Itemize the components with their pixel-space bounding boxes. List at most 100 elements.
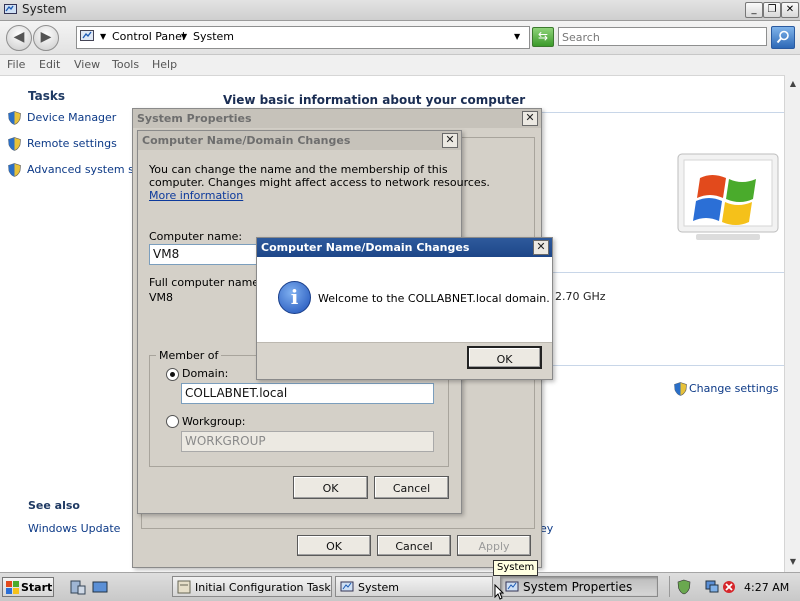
workgroup-field[interactable]: WORKGROUP: [181, 431, 434, 452]
computer-name-label: Computer name:: [149, 230, 243, 243]
restore-button[interactable]: ❐: [763, 2, 781, 18]
intro-text-2: computer. Changes might affect access to…: [149, 176, 490, 189]
full-computer-name-label: Full computer name:: [149, 276, 263, 289]
breadcrumb-control-panel[interactable]: Control Panel: [112, 30, 185, 43]
close-icon[interactable]: ✕: [533, 240, 549, 255]
task-label: Advanced system set: [27, 163, 145, 176]
divider: [540, 272, 784, 273]
task-device-manager[interactable]: Device Manager: [8, 111, 116, 129]
taskbar-button-label: System Properties: [523, 580, 633, 594]
divider: [540, 365, 784, 366]
search-icon: [776, 30, 789, 44]
shield-icon: [8, 137, 21, 151]
scroll-down-icon[interactable]: ▼: [787, 555, 799, 569]
address-box[interactable]: ▼ Control Panel ▼ System ▼: [76, 26, 530, 49]
forward-button[interactable]: ▶: [33, 25, 59, 51]
more-information-link[interactable]: More information: [149, 189, 243, 202]
message-text: Welcome to the COLLABNET.local domain.: [318, 292, 550, 305]
message-title: Computer Name/Domain Changes: [257, 238, 552, 257]
task-remote-settings[interactable]: Remote settings: [8, 137, 117, 155]
computer-name-field[interactable]: VM8: [149, 244, 267, 265]
ok-button[interactable]: OK: [297, 535, 371, 556]
cancel-button[interactable]: Cancel: [374, 476, 449, 499]
network-icon[interactable]: [704, 579, 720, 595]
page-title: View basic information about your comput…: [223, 93, 526, 107]
shield-icon: [8, 163, 21, 177]
breadcrumb-system[interactable]: System: [193, 30, 234, 43]
close-icon[interactable]: ✕: [522, 111, 538, 126]
menu-file[interactable]: File: [7, 58, 25, 71]
taskbar-button-label: Initial Configuration Tasks: [195, 581, 332, 594]
domain-label: Domain:: [182, 367, 229, 380]
taskbar: Start Initial Configuration Tasks System…: [0, 572, 800, 601]
close-button[interactable]: ✕: [781, 2, 799, 18]
taskbar-button-label: System: [358, 581, 400, 594]
menu-help[interactable]: Help: [152, 58, 177, 71]
divider: [540, 112, 784, 113]
apply-button[interactable]: Apply: [457, 535, 531, 556]
volume-muted-icon[interactable]: [722, 580, 736, 594]
windows-update-link[interactable]: Windows Update: [28, 522, 120, 535]
chevron-icon[interactable]: ▼: [100, 32, 106, 41]
taskbar-system-properties[interactable]: System Properties: [500, 576, 658, 597]
search-input[interactable]: Search: [558, 27, 767, 46]
search-button[interactable]: [771, 26, 795, 49]
start-label: Start: [21, 581, 53, 594]
change-settings-link[interactable]: Change settings: [674, 382, 778, 396]
domain-changes-title: Computer Name/Domain Changes: [138, 131, 461, 150]
chevron-icon[interactable]: ▼: [181, 32, 187, 41]
task-window-icon: [177, 580, 191, 594]
workgroup-radio[interactable]: [166, 415, 179, 428]
workgroup-label: Workgroup:: [182, 415, 246, 428]
task-label: Device Manager: [27, 111, 117, 124]
taskbar-tooltip: System: [493, 560, 539, 576]
change-settings-label: Change settings: [689, 382, 779, 395]
shield-icon: [674, 382, 687, 396]
server-manager-icon[interactable]: [70, 579, 86, 595]
vertical-scrollbar[interactable]: ▲ ▼: [784, 75, 800, 572]
info-icon: i: [278, 281, 311, 314]
menu-bar: File Edit View Tools Help: [0, 55, 800, 76]
ok-button[interactable]: OK: [293, 476, 368, 499]
window-title: System: [22, 2, 67, 16]
see-also-heading: See also: [28, 499, 80, 512]
window-titlebar: System _ ❐ ✕: [0, 0, 800, 21]
member-of-label: Member of: [156, 349, 222, 362]
windows-logo-icon: [677, 153, 779, 240]
task-label: Remote settings: [27, 137, 117, 150]
menu-edit[interactable]: Edit: [39, 58, 60, 71]
menu-view[interactable]: View: [74, 58, 100, 71]
processor-speed-text: 2.70 GHz: [555, 290, 606, 303]
task-advanced-system-settings[interactable]: Advanced system set: [8, 163, 145, 181]
system-properties-title: System Properties: [133, 109, 541, 128]
cancel-button[interactable]: Cancel: [377, 535, 451, 556]
welcome-message-dialog: Computer Name/Domain Changes ✕ i Welcome…: [256, 237, 553, 380]
show-desktop-icon[interactable]: [92, 579, 108, 595]
control-panel-icon: [80, 30, 94, 41]
minimize-button[interactable]: _: [745, 2, 763, 18]
close-icon[interactable]: ✕: [442, 133, 458, 148]
domain-radio[interactable]: [166, 368, 179, 381]
system-icon: [4, 4, 17, 14]
menu-tools[interactable]: Tools: [112, 58, 139, 71]
intro-text-1: You can change the name and the membersh…: [149, 163, 448, 176]
system-icon: [340, 581, 354, 592]
scroll-up-icon[interactable]: ▲: [787, 77, 799, 91]
address-bar-area: ◀ ▶ ▼ Control Panel ▼ System ▼ ⇆ Search: [0, 21, 800, 55]
taskbar-initial-configuration-tasks[interactable]: Initial Configuration Tasks: [172, 576, 332, 597]
address-dropdown-icon[interactable]: ▼: [514, 32, 520, 41]
full-computer-name-value: VM8: [149, 291, 174, 304]
system-icon: [505, 581, 519, 592]
refresh-button[interactable]: ⇆: [532, 27, 554, 47]
security-shield-icon[interactable]: [676, 579, 692, 595]
start-button[interactable]: Start: [2, 577, 54, 597]
domain-field[interactable]: COLLABNET.local: [181, 383, 434, 404]
tasks-heading: Tasks: [28, 89, 66, 103]
taskbar-system[interactable]: System: [335, 576, 493, 597]
clock[interactable]: 4:27 AM: [744, 581, 789, 594]
back-button[interactable]: ◀: [6, 25, 32, 51]
ok-button[interactable]: OK: [467, 346, 542, 369]
windows-flag-icon: [6, 581, 19, 594]
mouse-cursor-icon: [494, 584, 504, 600]
shield-icon: [8, 111, 21, 125]
